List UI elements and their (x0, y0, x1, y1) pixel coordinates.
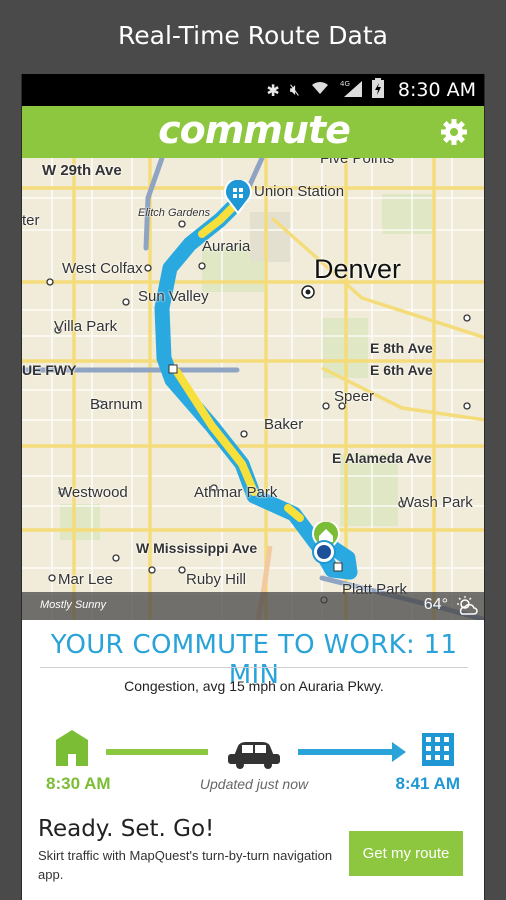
map-label: ter (22, 212, 40, 229)
map-label: Villa Park (54, 318, 118, 335)
get-my-route-button[interactable]: Get my route (349, 831, 463, 876)
map-label: E Alameda Ave (332, 450, 432, 466)
map-label: UE FWY (22, 362, 77, 378)
map-label: W Mississippi Ave (136, 540, 258, 556)
signal-icon: 4G (340, 79, 362, 101)
map-city-label: Denver (314, 254, 402, 284)
arrow-icon (392, 742, 406, 762)
map-label: Elitch Gardens (138, 207, 211, 219)
work-arrival-time: 8:41 AM (395, 774, 460, 793)
bluetooth-icon: ✱ (266, 80, 280, 100)
settings-gear-icon[interactable] (440, 118, 468, 146)
weather-condition: Mostly Sunny (40, 599, 107, 611)
current-location-icon (314, 542, 334, 562)
weather-temp: 64° (423, 596, 448, 613)
wifi-icon (310, 80, 330, 100)
route-progress (22, 730, 484, 776)
weather-bar: Mostly Sunny 64° (22, 592, 484, 620)
app-header: commute (22, 106, 484, 158)
map-label: Wash Park (400, 494, 473, 511)
map-label: Union Station (254, 183, 345, 200)
map-label: Westwood (58, 484, 128, 501)
promo-body: Skirt traffic with MapQuest's turn-by-tu… (38, 848, 333, 882)
map-label: West Colfax (62, 260, 143, 277)
map-label: Auraria (202, 238, 251, 255)
map-label: Barnum (90, 396, 143, 413)
app-logo: commute (158, 108, 351, 152)
battery-icon (371, 78, 384, 102)
car-icon (228, 742, 280, 769)
building-icon (422, 733, 454, 766)
status-time: 8:30 AM (397, 79, 476, 101)
congestion-text: Congestion, avg 15 mph on Auraria Pkwy. (124, 678, 384, 694)
status-bar: ✱ 🔇︎ 4G 8:30 AM (22, 74, 484, 106)
map-label: Sun Valley (138, 288, 209, 305)
map-label: Five Points (320, 158, 395, 167)
map-label: Mar Lee (58, 571, 114, 588)
map-label: E 8th Ave (370, 340, 433, 356)
banner-title: Real-Time Route Data (118, 20, 388, 50)
map-label: W 29th Ave (42, 162, 122, 179)
mute-icon: 🔇︎ (289, 80, 300, 99)
partly-sunny-icon (456, 596, 478, 616)
map-label: Athmar Park (194, 484, 278, 501)
network-label: 4G (340, 80, 350, 88)
map-label: Speer (334, 388, 375, 405)
phone-screen: ✱ 🔇︎ 4G 8:30 AM commute W 29th Ave Five … (21, 74, 485, 900)
map-label: Ruby Hill (186, 571, 247, 588)
home-icon (56, 730, 88, 766)
work-pin-icon[interactable] (224, 180, 252, 214)
map-label: E 6th Ave (370, 362, 433, 378)
promo-heading: Ready. Set. Go! (38, 816, 215, 842)
map-label: Baker (264, 416, 304, 433)
divider (40, 667, 468, 668)
route-map[interactable]: W 29th Ave Five Points Union Station Eli… (22, 158, 484, 620)
